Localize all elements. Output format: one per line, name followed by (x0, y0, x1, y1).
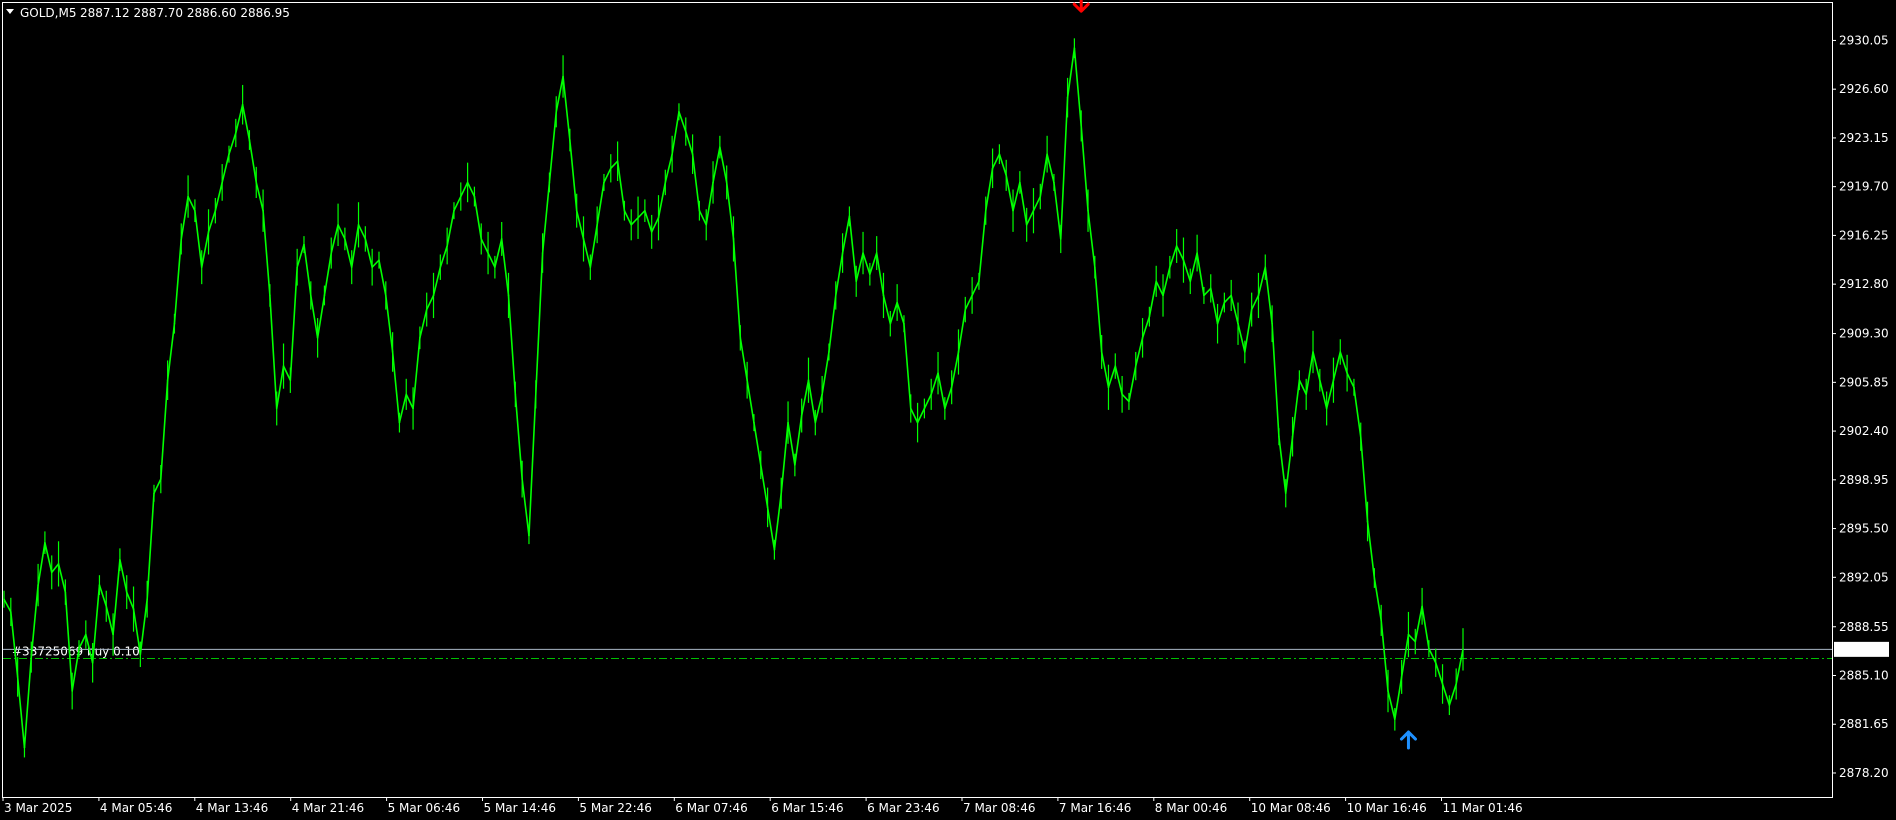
x-tick-label: 10 Mar 08:46 (1251, 801, 1331, 815)
y-tick-label: 2888.55 (1839, 620, 1889, 634)
y-tick-label: 2923.15 (1839, 131, 1889, 145)
y-tick-label: 2930.05 (1839, 33, 1889, 47)
x-tick-label: 7 Mar 16:46 (1059, 801, 1132, 815)
x-tick-label: 4 Mar 21:46 (292, 801, 365, 815)
ohlc-values: 2887.12 2887.70 2886.60 2886.95 (80, 6, 290, 20)
chart-background (0, 0, 1896, 820)
x-tick-label: 8 Mar 00:46 (1155, 801, 1228, 815)
current-price-tag: 2886.95 (1834, 641, 1889, 657)
current-price-label: 2886.95 (1838, 643, 1888, 657)
x-tick-label: 6 Mar 23:46 (867, 801, 940, 815)
x-tick-label: 6 Mar 07:46 (675, 801, 748, 815)
x-tick-label: 5 Mar 22:46 (579, 801, 652, 815)
y-tick-label: 2926.60 (1839, 82, 1889, 96)
chart-area[interactable]: GOLD,M5 2887.12 2887.70 2886.60 2886.95 … (0, 0, 1896, 820)
y-tick-label: 2892.05 (1839, 570, 1889, 584)
y-tick-label: 2919.70 (1839, 180, 1889, 194)
x-tick-label: 5 Mar 14:46 (484, 801, 557, 815)
y-tick-label: 2905.85 (1839, 375, 1889, 389)
y-tick-label: 2895.50 (1839, 522, 1889, 536)
x-tick-label: 4 Mar 13:46 (196, 801, 268, 815)
y-tick-label: 2909.30 (1839, 327, 1889, 341)
y-tick-label: 2881.65 (1839, 717, 1889, 731)
y-tick-label: 2916.25 (1839, 228, 1889, 242)
x-tick-label: 6 Mar 15:46 (771, 801, 844, 815)
x-tick-label: 10 Mar 16:46 (1347, 801, 1427, 815)
y-tick-label: 2912.80 (1839, 277, 1889, 291)
y-tick-label: 2878.20 (1839, 766, 1889, 780)
y-tick-label: 2898.95 (1839, 473, 1889, 487)
y-tick-label: 2885.10 (1839, 668, 1889, 682)
x-tick-label: 4 Mar 05:46 (100, 801, 172, 815)
x-tick-label: 5 Mar 06:46 (388, 801, 461, 815)
x-tick-label: 7 Mar 08:46 (963, 801, 1036, 815)
x-tick-label: 3 Mar 2025 (4, 801, 72, 815)
y-tick-label: 2902.40 (1839, 424, 1889, 438)
symbol-label: GOLD,M5 (20, 6, 76, 20)
x-tick-label: 11 Mar 01:46 (1443, 801, 1523, 815)
